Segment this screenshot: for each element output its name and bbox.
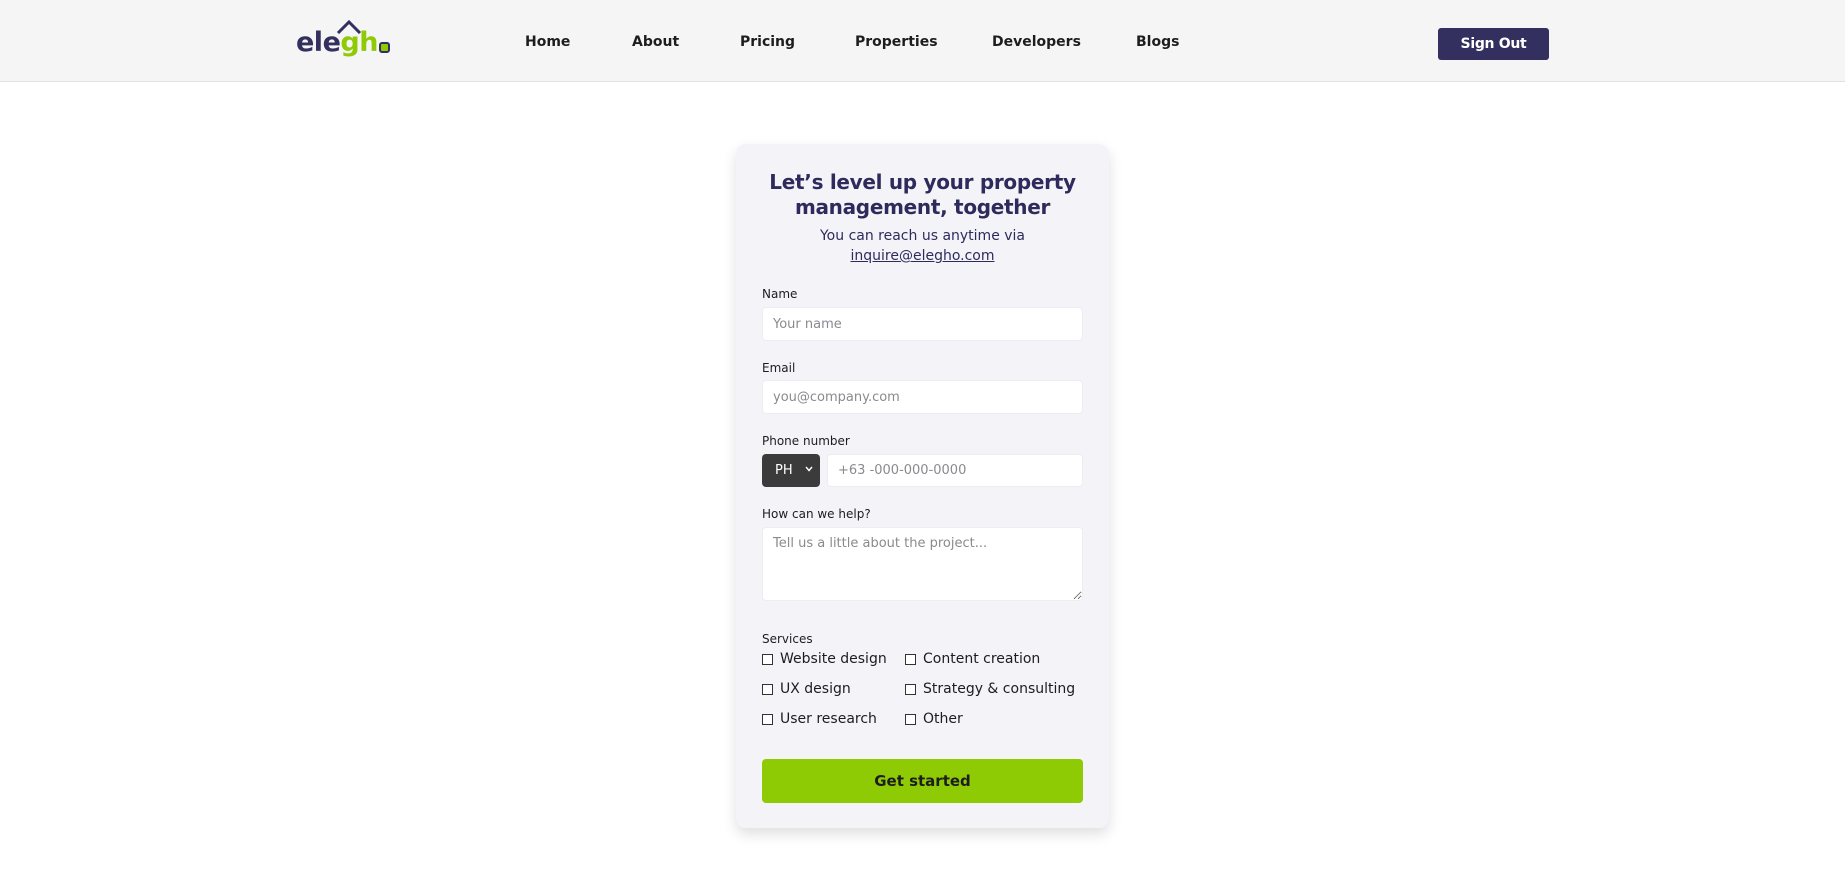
help-label: How can we help? — [762, 507, 871, 521]
service-strategy-consulting[interactable]: Strategy & consulting — [905, 681, 1075, 697]
checkbox[interactable] — [762, 653, 773, 665]
service-website-design[interactable]: Website design — [762, 651, 887, 667]
phone-label: Phone number — [762, 434, 850, 448]
chevron-down-icon — [805, 466, 813, 472]
service-content-creation[interactable]: Content creation — [905, 651, 1040, 667]
checkbox[interactable] — [905, 683, 916, 695]
nav-developers[interactable]: Developers — [992, 34, 1081, 50]
checkbox[interactable] — [762, 683, 773, 695]
contact-email-link[interactable]: inquire@elegho.com — [850, 248, 994, 264]
service-ux-design[interactable]: UX design — [762, 681, 851, 697]
service-label: Strategy & consulting — [923, 681, 1076, 697]
service-label: Other — [923, 711, 963, 727]
checkbox[interactable] — [762, 713, 773, 725]
checkbox[interactable] — [905, 713, 916, 725]
name-label: Name — [762, 287, 798, 301]
form-title: Let’s level up your property management,… — [736, 170, 1109, 220]
service-label: Content creation — [923, 651, 1041, 667]
name-input[interactable] — [762, 307, 1083, 341]
phone-input[interactable] — [827, 454, 1083, 487]
service-other[interactable]: Other — [905, 711, 963, 727]
email-label: Email — [762, 361, 796, 375]
email-input[interactable] — [762, 380, 1083, 414]
form-subtitle: You can reach us anytime via inquire@ele… — [736, 226, 1109, 266]
services-label: Services — [762, 632, 813, 646]
country-code-value: PH — [775, 463, 793, 478]
form-subtitle-text: You can reach us anytime via — [819, 228, 1026, 244]
get-started-button[interactable]: Get started — [762, 759, 1083, 803]
form-title-line1: Let’s level up your property — [769, 170, 1076, 194]
checkbox[interactable] — [905, 653, 916, 665]
service-label: Website design — [780, 651, 887, 667]
nav-home[interactable]: Home — [525, 34, 570, 50]
main-nav: Home About Pricing Properties Developers… — [0, 0, 1845, 82]
sign-out-button[interactable]: Sign Out — [1438, 28, 1549, 60]
nav-about[interactable]: About — [632, 34, 679, 50]
service-label: User research — [780, 711, 877, 727]
nav-pricing[interactable]: Pricing — [740, 34, 795, 50]
help-textarea[interactable] — [762, 527, 1083, 601]
contact-form-card: Let’s level up your property management,… — [736, 144, 1109, 828]
country-code-select[interactable]: PH — [762, 454, 820, 487]
service-label: UX design — [780, 681, 851, 697]
top-navbar: ele gh Home About Pricing Properties Deve… — [0, 0, 1845, 82]
service-user-research[interactable]: User research — [762, 711, 877, 727]
nav-properties[interactable]: Properties — [855, 34, 938, 50]
nav-blogs[interactable]: Blogs — [1136, 34, 1179, 50]
form-title-line2: management, together — [794, 195, 1051, 219]
